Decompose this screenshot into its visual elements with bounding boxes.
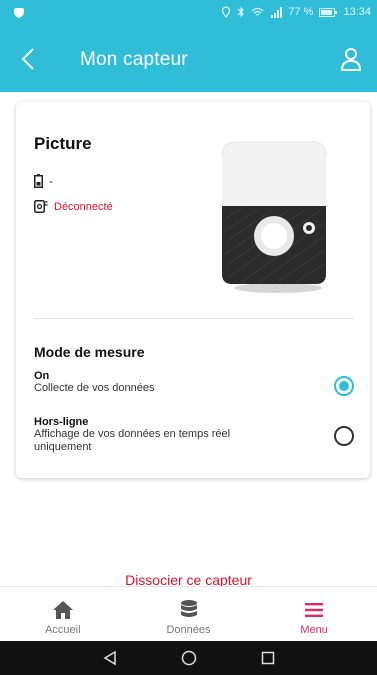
home-icon [51,599,75,621]
system-recents-button[interactable] [258,648,278,668]
sensor-device-image [221,141,327,293]
database-icon [177,599,201,621]
page-title: Mon capteur [80,49,188,70]
menu-icon [302,599,326,621]
mode-option-on[interactable]: On Collecte de vos données [34,370,354,396]
nav-item-menu[interactable]: Menu [251,587,377,641]
mode-option-label: On [34,370,50,382]
circle-home-icon [181,650,196,666]
profile-button[interactable] [337,44,365,74]
sensor-name: Picture [34,134,92,153]
measurement-mode-title: Mode de mesure [34,344,145,360]
chevron-left-icon [21,48,34,70]
mode-option-label: Hors-ligne [34,416,89,428]
battery-row: - [34,174,53,188]
status-indicators: 77 % 13:34 [221,6,371,18]
battery-status-icon [319,7,338,17]
nav-label: Menu [300,624,328,636]
square-recents-icon [261,651,274,665]
system-nav-bar [0,641,377,675]
location-icon [222,6,231,18]
system-back-button[interactable] [100,648,120,668]
bottom-nav: Accueil Données Menu [0,586,377,641]
radio-selected[interactable] [334,376,354,396]
card-divider [34,318,354,319]
connection-status-row: Déconnecté [34,200,113,213]
radio-unselected[interactable] [334,426,354,446]
nav-item-donnees[interactable]: Données [126,587,252,641]
battery-icon [34,174,43,188]
nav-item-accueil[interactable]: Accueil [0,587,126,641]
disconnected-icon [34,200,48,213]
bluetooth-icon [238,6,245,18]
wifi-icon [251,7,264,16]
battery-value: - [49,174,53,188]
status-bar: 77 % 13:34 [0,0,377,26]
app-notification-icon [14,8,24,18]
mode-option-description: Collecte de vos données [34,382,155,394]
user-icon [340,48,362,71]
nav-label: Données [166,624,211,636]
mode-option-offline[interactable]: Hors-ligne Affichage de vos données en t… [34,416,354,454]
sensor-card: Picture - Déconnecté Mode de mesure On C… [16,102,370,478]
app-bar: Mon capteur [0,26,377,92]
battery-percent: 77 % [288,6,314,18]
mode-option-description: Affichage de vos données en temps réel u… [34,428,231,453]
connection-status: Déconnecté [54,200,113,213]
signal-icon [271,6,283,18]
nav-label: Accueil [45,624,81,636]
system-home-button[interactable] [179,648,199,668]
status-time: 13:34 [343,6,371,18]
triangle-back-icon [103,650,116,666]
back-button[interactable] [14,44,42,74]
